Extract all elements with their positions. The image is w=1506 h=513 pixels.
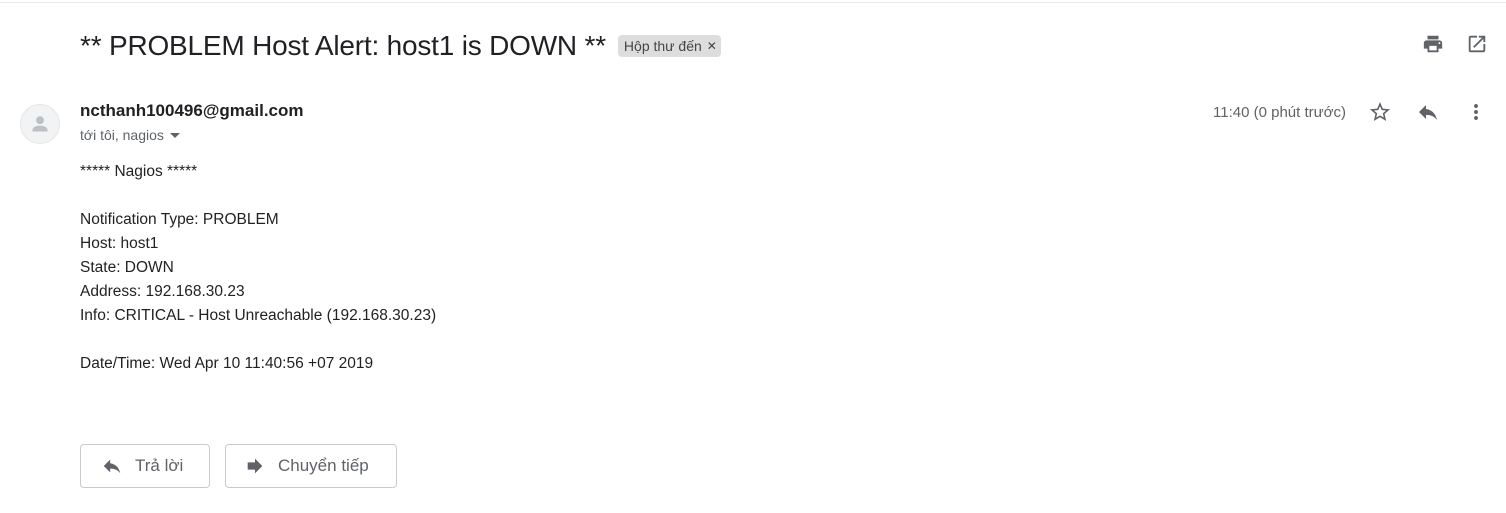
body-line: State: DOWN — [80, 259, 174, 276]
message-meta: 11:40 (0 phút trước) — [1213, 100, 1488, 124]
avatar — [20, 104, 60, 144]
reply-icon[interactable] — [1416, 100, 1440, 124]
message-time: 11:40 (0 phút trước) — [1213, 103, 1346, 121]
sender-email[interactable]: ncthanh100496@gmail.com — [80, 101, 304, 121]
reply-icon — [103, 459, 121, 474]
reply-button-label: Trả lời — [135, 456, 184, 475]
recipients: tới tôi, nagios — [80, 127, 180, 143]
recipients-label: tới tôi, nagios — [80, 127, 164, 143]
forward-icon — [247, 458, 263, 474]
open-in-new-window-icon[interactable] — [1466, 33, 1488, 55]
subject-row: ** PROBLEM Host Alert: host1 is DOWN ** … — [80, 28, 721, 64]
email-subject: ** PROBLEM Host Alert: host1 is DOWN ** — [80, 30, 606, 61]
print-icon[interactable] — [1422, 33, 1444, 55]
chevron-down-icon[interactable] — [169, 132, 180, 138]
star-icon[interactable] — [1368, 100, 1392, 124]
body-line: Address: 192.168.30.23 — [80, 283, 245, 300]
body-line: ***** Nagios ***** — [80, 163, 198, 180]
close-icon[interactable]: ✕ — [707, 40, 717, 52]
body-line: Date/Time: Wed Apr 10 11:40:56 +07 2019 — [80, 355, 374, 372]
forward-button[interactable]: Chuyển tiếp — [225, 444, 397, 488]
top-divider — [0, 2, 1506, 3]
body-line: Host: host1 — [80, 235, 159, 252]
body-line — [80, 184, 436, 208]
person-icon — [32, 116, 48, 132]
email-body: ***** Nagios ***** Notification Type: PR… — [80, 160, 436, 376]
forward-button-label: Chuyển tiếp — [278, 456, 369, 475]
label-chip-text: Hộp thư đến — [623, 38, 702, 54]
body-line — [80, 328, 436, 352]
more-vertical-icon[interactable] — [1464, 100, 1488, 124]
thread-toolbar — [1422, 33, 1488, 55]
body-line: Info: CRITICAL - Host Unreachable (192.1… — [80, 307, 437, 324]
reply-button[interactable]: Trả lời — [80, 444, 210, 488]
body-line: Notification Type: PROBLEM — [80, 211, 279, 228]
label-chip-inbox[interactable]: Hộp thư đến ✕ — [617, 35, 721, 57]
